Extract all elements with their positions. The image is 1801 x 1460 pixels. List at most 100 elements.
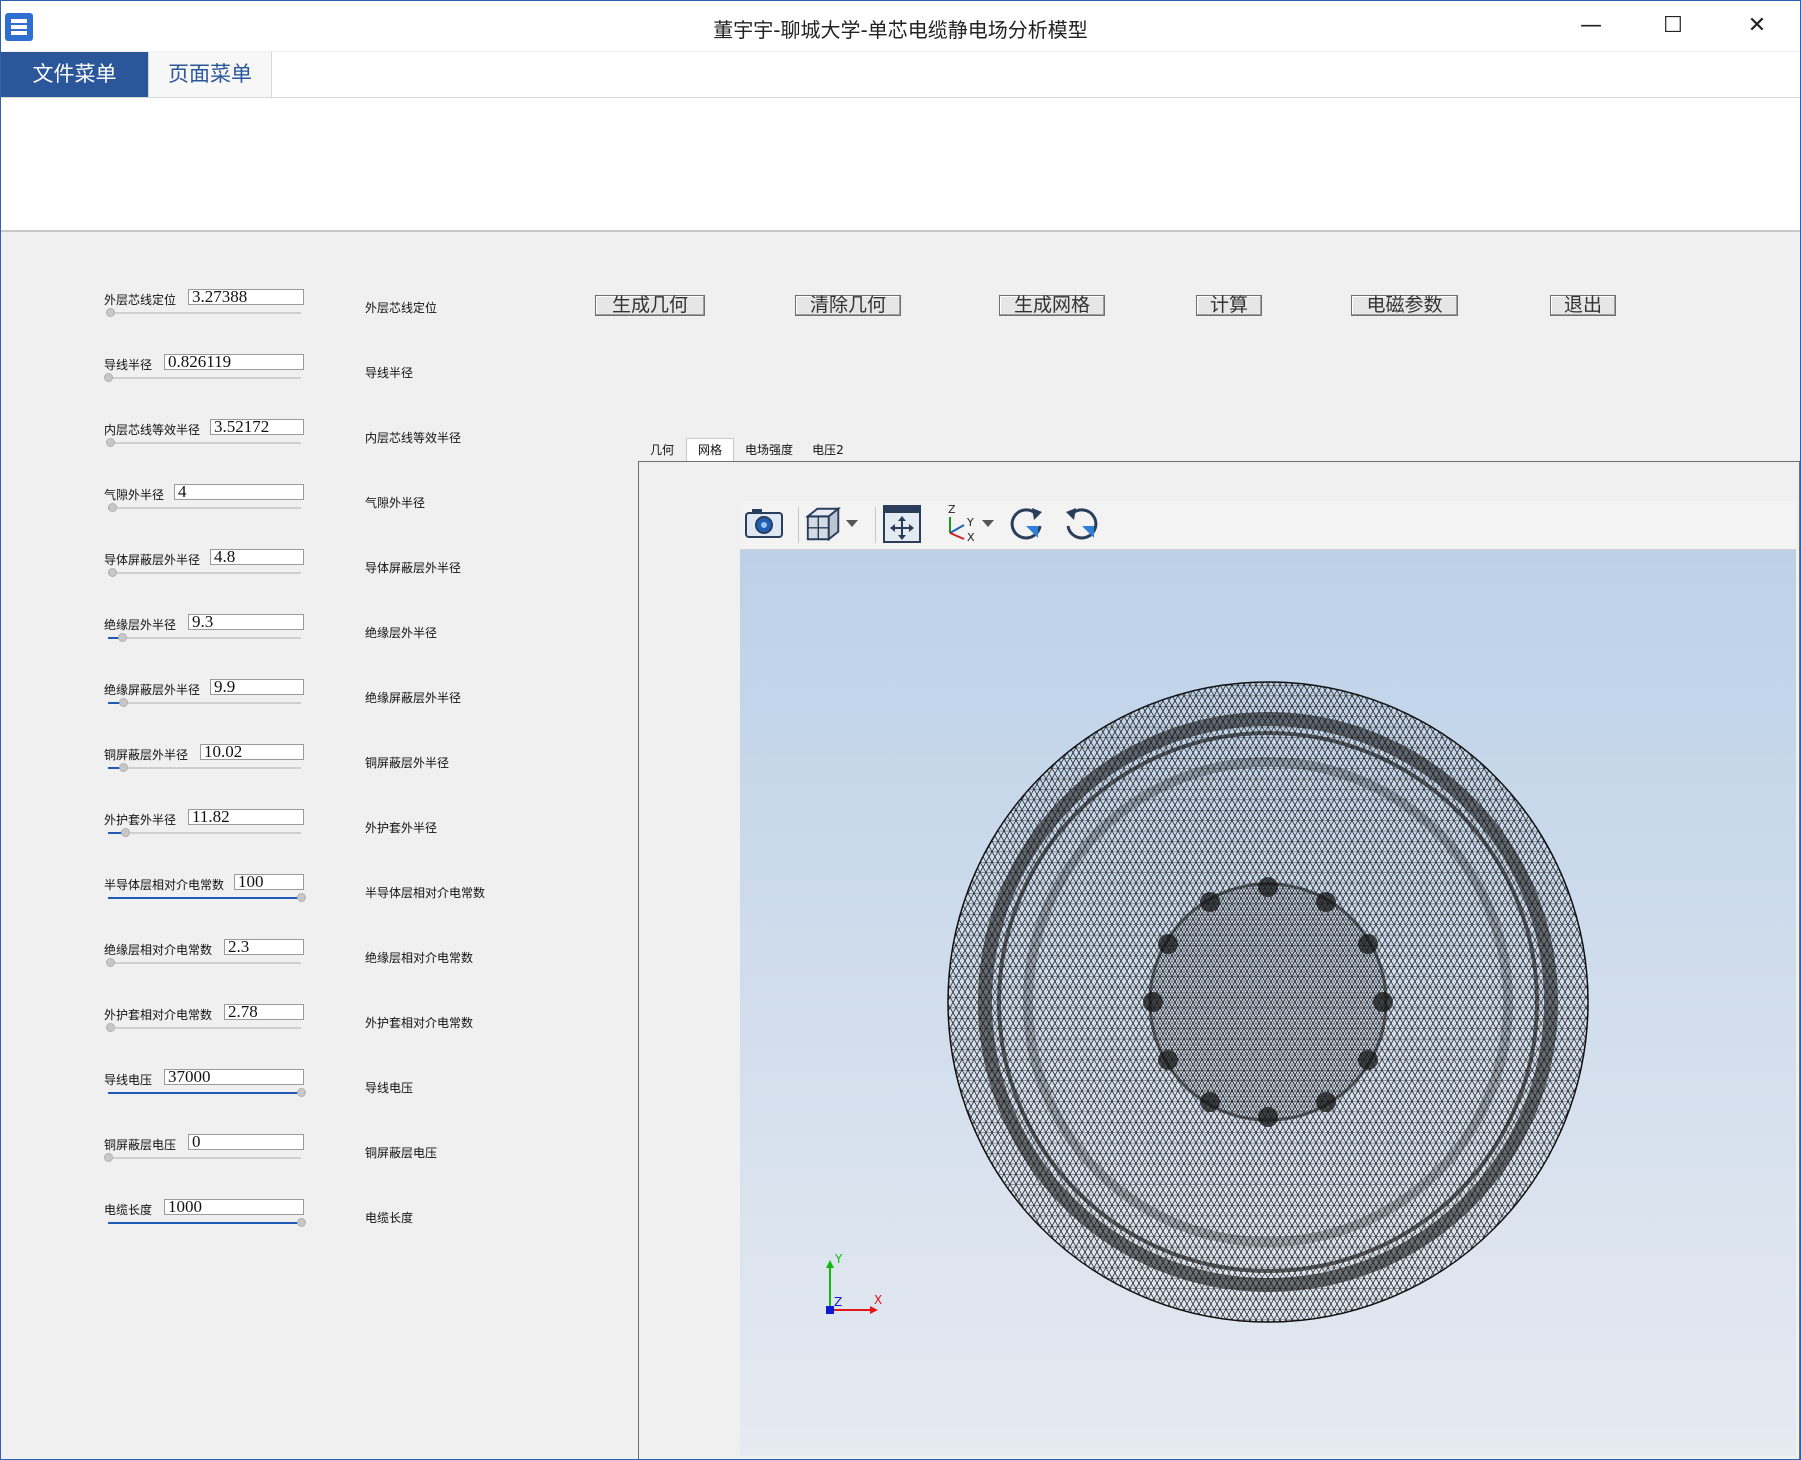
slider-thumb[interactable] <box>105 1023 115 1032</box>
tab-geometry[interactable]: 几何 <box>639 439 685 461</box>
slider-thumb[interactable] <box>297 1088 306 1097</box>
slider-thumb[interactable] <box>119 698 129 707</box>
fit-view-icon[interactable] <box>882 501 922 547</box>
param-label: 半导体层相对介电常数 <box>104 878 225 892</box>
cube-view-icon[interactable] <box>804 501 844 547</box>
param-row: 导体屏蔽层外半径 4.8 <box>104 549 309 601</box>
param-input[interactable]: 4.8 <box>210 549 304 565</box>
slider-thumb[interactable] <box>105 438 115 447</box>
param-row: 铜屏蔽层外半径 10.02 <box>104 744 309 796</box>
param-input[interactable]: 11.82 <box>188 809 304 825</box>
exit-button[interactable]: 退出 <box>1550 295 1616 316</box>
slider-thumb[interactable] <box>107 503 117 512</box>
toolbar-separator <box>798 507 799 543</box>
3d-viewport[interactable]: Y Z X <box>740 550 1796 1456</box>
param-caption: 绝缘层相对介电常数 <box>365 951 474 965</box>
param-row: 内层芯线等效半径 3.52172 <box>104 419 309 471</box>
minimize-button[interactable]: — <box>1571 11 1611 41</box>
param-input[interactable]: 4 <box>174 484 304 500</box>
param-slider[interactable] <box>104 1153 301 1162</box>
param-slider[interactable] <box>105 958 301 967</box>
ribbon-tab-bar: 文件菜单 页面菜单 <box>1 52 1800 98</box>
param-slider[interactable] <box>105 1023 301 1032</box>
param-caption: 绝缘屏蔽层外半径 <box>365 691 462 705</box>
param-slider[interactable] <box>107 568 301 577</box>
axis-orientation-icon[interactable]: ZYX <box>940 501 980 547</box>
generate-mesh-button[interactable]: 生成网格 <box>999 295 1105 316</box>
tab-page-menu[interactable]: 页面菜单 <box>148 52 272 97</box>
tab-mesh[interactable]: 网格 <box>686 438 734 461</box>
param-input[interactable]: 0 <box>188 1134 304 1150</box>
param-input[interactable]: 9.9 <box>210 679 304 695</box>
param-input[interactable]: 10.02 <box>200 744 304 760</box>
generate-geometry-button[interactable]: 生成几何 <box>595 295 705 316</box>
app-window: 董宇宇-聊城大学-单芯电缆静电场分析模型 — ☐ ✕ 文件菜单 页面菜单 外层芯… <box>0 0 1801 1460</box>
dropdown-arrow-icon[interactable] <box>842 501 862 547</box>
rotate-ccw-icon[interactable] <box>1062 501 1102 547</box>
slider-thumb[interactable] <box>297 1218 306 1227</box>
param-label: 铜屏蔽层电压 <box>104 1138 177 1152</box>
viewer-toolbar: ZYX <box>740 501 1796 550</box>
param-caption: 铜屏蔽层电压 <box>365 1146 438 1160</box>
slider-thumb[interactable] <box>117 633 127 642</box>
param-input[interactable]: 9.3 <box>188 614 304 630</box>
param-slider[interactable] <box>105 438 301 447</box>
param-input[interactable]: 37000 <box>164 1069 304 1085</box>
slider-thumb[interactable] <box>107 568 117 577</box>
slider-fill <box>108 1092 301 1094</box>
param-input[interactable]: 2.78 <box>224 1004 304 1020</box>
slider-thumb[interactable] <box>105 308 115 317</box>
slider-thumb[interactable] <box>297 893 306 902</box>
param-slider[interactable] <box>108 893 306 902</box>
param-input[interactable]: 0.826119 <box>164 354 304 370</box>
param-input[interactable]: 1000 <box>164 1199 304 1215</box>
param-slider[interactable] <box>108 828 301 837</box>
param-slider[interactable] <box>108 763 301 772</box>
param-caption: 半导体层相对介电常数 <box>365 886 486 900</box>
slider-thumb[interactable] <box>119 763 129 772</box>
param-row: 绝缘层外半径 9.3 <box>104 614 309 666</box>
maximize-button[interactable]: ☐ <box>1653 11 1693 41</box>
param-slider[interactable] <box>108 1088 306 1097</box>
tab-electric-field[interactable]: 电场强度 <box>735 439 803 461</box>
dropdown-arrow-icon[interactable] <box>978 501 998 547</box>
param-slider[interactable] <box>107 503 301 512</box>
slider-fill <box>108 1222 301 1224</box>
param-slider[interactable] <box>108 698 301 707</box>
tab-file-menu[interactable]: 文件菜单 <box>1 52 148 97</box>
param-label: 气隙外半径 <box>104 488 165 502</box>
clear-geometry-button[interactable]: 清除几何 <box>795 295 901 316</box>
param-row: 气隙外半径 4 <box>104 484 309 536</box>
slider-thumb[interactable] <box>104 1153 113 1162</box>
triad-y-label: Y <box>834 1252 843 1266</box>
slider-thumb[interactable] <box>121 828 131 837</box>
param-input[interactable]: 100 <box>234 874 304 890</box>
param-label: 外护套相对介电常数 <box>104 1008 213 1022</box>
cable-mesh <box>947 681 1589 1323</box>
window-title: 董宇宇-聊城大学-单芯电缆静电场分析模型 <box>713 18 1088 42</box>
param-slider[interactable] <box>104 373 301 382</box>
param-slider[interactable] <box>108 1218 306 1227</box>
param-row: 绝缘屏蔽层外半径 9.9 <box>104 679 309 731</box>
param-slider[interactable] <box>108 633 301 642</box>
rotate-cw-icon[interactable] <box>1006 501 1046 547</box>
param-caption: 铜屏蔽层外半径 <box>365 756 450 770</box>
param-input[interactable]: 3.52172 <box>210 419 304 435</box>
ribbon-panel <box>1 98 1800 232</box>
param-input[interactable]: 3.27388 <box>188 289 304 305</box>
tab-voltage2[interactable]: 电压2 <box>805 439 851 461</box>
slider-thumb[interactable] <box>104 373 113 382</box>
slider-thumb[interactable] <box>105 958 115 967</box>
compute-button[interactable]: 计算 <box>1196 295 1262 316</box>
param-input[interactable]: 2.3 <box>224 939 304 955</box>
param-slider[interactable] <box>105 308 301 317</box>
em-params-button[interactable]: 电磁参数 <box>1351 295 1458 316</box>
param-caption: 外护套相对介电常数 <box>365 1016 474 1030</box>
param-caption: 导线半径 <box>365 366 414 380</box>
param-caption: 导线电压 <box>365 1081 414 1095</box>
close-button[interactable]: ✕ <box>1737 11 1777 41</box>
param-label: 绝缘层外半径 <box>104 618 177 632</box>
title-bar: 董宇宇-聊城大学-单芯电缆静电场分析模型 — ☐ ✕ <box>1 1 1800 51</box>
camera-icon[interactable] <box>744 501 784 547</box>
toolbar-separator <box>875 507 876 543</box>
